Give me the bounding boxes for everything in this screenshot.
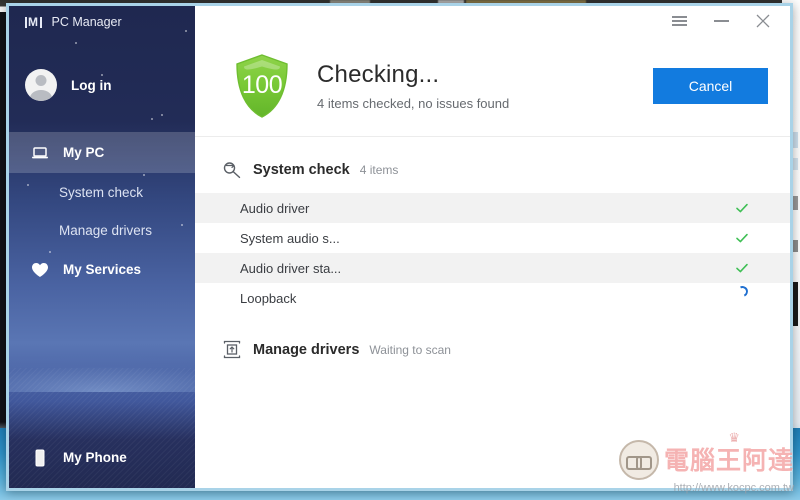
sidebar-nav: My PC System check Manage drivers My Ser…	[9, 132, 195, 290]
check-icon	[736, 263, 748, 273]
table-row: Loopback	[195, 283, 790, 313]
sidebar-item-my-services[interactable]: My Services	[9, 249, 195, 290]
status-badge	[732, 201, 752, 215]
check-item-label: System audio s...	[240, 230, 340, 246]
titlebar	[195, 6, 790, 36]
heart-icon	[31, 261, 49, 279]
shield-wrap: 100	[223, 53, 301, 119]
driver-icon	[221, 339, 243, 361]
menu-icon[interactable]	[658, 7, 700, 35]
table-row: System audio s...	[195, 223, 790, 253]
account-login-button[interactable]: Log in	[9, 38, 195, 132]
table-row: Audio driver	[195, 193, 790, 223]
header-text: Checking... 4 items checked, no issues f…	[317, 61, 653, 111]
table-row: Audio driver sta...	[195, 253, 790, 283]
pc-manager-window: M PC Manager Log in My PC System check M…	[6, 3, 793, 491]
loading-spinner-icon	[734, 284, 750, 299]
system-check-list: Audio driver System audio s... Audio dri…	[195, 193, 790, 313]
hamburger-glyph	[671, 13, 687, 28]
minimize-icon[interactable]	[700, 7, 742, 35]
check-item-label: Audio driver sta...	[240, 260, 342, 276]
status-badge	[732, 231, 752, 245]
desktop-background: M PC Manager Log in My PC System check M…	[0, 0, 800, 500]
minimize-glyph	[713, 20, 729, 22]
system-check-section-header: System check 4 items	[195, 159, 790, 181]
security-score: 100	[241, 70, 283, 99]
sidebar-item-label: System check	[59, 184, 144, 200]
security-shield-icon: 100	[233, 53, 291, 119]
check-icon	[736, 203, 748, 213]
page-title: Checking...	[317, 61, 440, 89]
section-meta: 4 items	[359, 163, 399, 177]
sidebar-item-my-phone[interactable]: My Phone	[9, 437, 195, 478]
close-glyph	[756, 14, 770, 28]
check-item-label: Audio driver	[240, 200, 310, 216]
sidebar-item-manage-drivers[interactable]: Manage drivers	[9, 211, 195, 249]
check-icon	[736, 233, 748, 243]
cancel-button[interactable]: Cancel	[653, 68, 768, 104]
pc-manager-logo-icon: M	[25, 16, 42, 28]
login-label: Log in	[71, 77, 112, 93]
check-item-label: Loopback	[240, 290, 297, 306]
manage-drivers-section-header: Manage drivers Waiting to scan	[195, 339, 790, 361]
status-header: 100 Checking... 4 items checked, no issu…	[195, 36, 790, 137]
main-panel: 100 Checking... 4 items checked, no issu…	[195, 6, 790, 488]
app-brand: M PC Manager	[9, 6, 195, 38]
sidebar-item-label: My PC	[63, 145, 105, 160]
scan-icon	[221, 159, 243, 181]
sidebar-item-label: My Phone	[63, 450, 127, 465]
sidebar-item-label: My Services	[63, 262, 142, 277]
status-badge	[732, 261, 752, 275]
page-subtitle: 4 items checked, no issues found	[317, 95, 510, 111]
section-meta: Waiting to scan	[369, 343, 451, 357]
phone-icon	[31, 449, 49, 467]
app-title: PC Manager	[51, 15, 122, 29]
avatar	[25, 69, 57, 101]
content-area: System check 4 items Audio driver System…	[195, 137, 790, 488]
close-icon[interactable]	[742, 7, 784, 35]
laptop-icon	[31, 144, 49, 162]
status-badge	[732, 284, 752, 299]
section-title: Manage drivers	[253, 342, 360, 358]
section-title: System check	[253, 162, 350, 178]
sidebar-item-my-pc[interactable]: My PC	[9, 132, 195, 173]
sidebar-item-label: Manage drivers	[59, 222, 153, 238]
sidebar-item-system-check[interactable]: System check	[9, 173, 195, 211]
sidebar: M PC Manager Log in My PC System check M…	[9, 6, 195, 488]
